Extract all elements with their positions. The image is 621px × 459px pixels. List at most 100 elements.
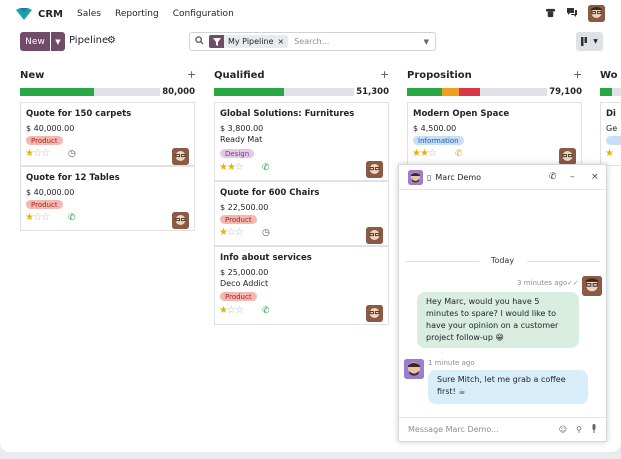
progress-bar-new[interactable] (20, 88, 160, 96)
kanban-card[interactable]: Quote for 600 Chairs $ 22,500.00 Product… (214, 181, 389, 246)
star-icon[interactable]: ★ (219, 227, 228, 238)
close-icon[interactable]: × (591, 172, 599, 182)
card-company: Deco Addict (220, 279, 269, 288)
tag-product: Product (26, 136, 63, 145)
star-icon[interactable]: ★ (219, 162, 228, 173)
message-input[interactable]: Message Marc Demo... (408, 425, 559, 434)
facet-remove-icon[interactable]: × (278, 37, 285, 46)
salesperson-avatar[interactable] (366, 161, 383, 178)
column-total-new: 80,000 (162, 87, 195, 97)
menu-configuration[interactable]: Configuration (173, 9, 234, 19)
star-icon[interactable]: ☆ (41, 212, 50, 223)
search-input[interactable]: Search... (294, 37, 417, 46)
user-avatar[interactable] (588, 5, 605, 22)
column-title-proposition[interactable]: Proposition (407, 70, 472, 81)
column-title-won[interactable]: Wo (600, 70, 618, 81)
new-dropdown-button[interactable]: ▼ (51, 32, 65, 51)
progress-segment[interactable] (20, 88, 95, 96)
salesperson-avatar[interactable] (366, 227, 383, 244)
clock-icon[interactable]: ◷ (262, 228, 270, 238)
star-icon[interactable]: ★ (219, 305, 228, 316)
menu-sales[interactable]: Sales (77, 9, 101, 19)
chat-contact-name: Marc Demo (435, 172, 482, 182)
chat-composer[interactable]: Message Marc Demo... ☺ ⚲ (399, 417, 606, 441)
tag-product: Product (220, 292, 257, 301)
column-title-qualified[interactable]: Qualified (214, 70, 265, 81)
salesperson-avatar[interactable] (172, 148, 189, 165)
phone-icon[interactable]: ✆ (68, 213, 76, 223)
chat-icon[interactable] (566, 7, 578, 21)
crm-logo-icon[interactable] (16, 8, 32, 20)
star-icon[interactable]: ☆ (235, 162, 244, 173)
phone-icon[interactable]: ✆ (262, 306, 270, 316)
star-icon[interactable]: ☆ (33, 212, 42, 223)
star-icon[interactable]: ★ (420, 148, 429, 159)
priority-stars[interactable]: ★★☆ (412, 148, 437, 159)
kanban-card[interactable]: Di Ge ★ (600, 102, 621, 166)
star-icon[interactable]: ☆ (41, 148, 50, 159)
phone-icon[interactable] (545, 7, 556, 21)
add-to-new-plus-icon[interactable]: + (187, 68, 196, 81)
divider (527, 261, 600, 262)
app-name[interactable]: CRM (38, 9, 63, 20)
search-options-caret-icon[interactable]: ▼ (418, 38, 435, 46)
star-icon[interactable]: ★ (25, 212, 34, 223)
star-icon[interactable]: ☆ (235, 227, 244, 238)
priority-stars[interactable]: ★★☆ (219, 162, 244, 173)
minimize-icon[interactable]: – (570, 172, 575, 182)
menu-reporting[interactable]: Reporting (115, 9, 159, 19)
clock-icon[interactable]: ◷ (68, 149, 76, 159)
kanban-card[interactable]: Global Solutions: Furnitures $ 3,800.00 … (214, 102, 389, 181)
attachment-icon[interactable]: ⚲ (576, 425, 582, 434)
kanban-card[interactable]: Quote for 150 carpets $ 40,000.00 Produc… (20, 102, 195, 166)
priority-stars[interactable]: ★☆☆ (219, 227, 244, 238)
salesperson-avatar[interactable] (559, 148, 576, 165)
star-icon[interactable]: ☆ (227, 305, 236, 316)
star-icon[interactable]: ☆ (33, 148, 42, 159)
star-icon[interactable]: ★ (227, 162, 236, 173)
search-bar[interactable]: My Pipeline × Search... ▼ (189, 32, 436, 51)
gear-icon[interactable]: ⚙ (107, 35, 116, 46)
star-icon[interactable]: ☆ (227, 227, 236, 238)
priority-stars[interactable]: ★ (605, 148, 614, 159)
column-title-new[interactable]: New (20, 70, 44, 81)
card-amount: $ 4,500.00 (413, 124, 457, 133)
progress-segment[interactable] (214, 88, 284, 96)
search-icon[interactable] (195, 35, 204, 48)
seen-check-icon: ✓✓ (567, 279, 579, 287)
microphone-icon[interactable] (591, 424, 597, 435)
progress-bar-won[interactable] (600, 88, 621, 96)
salesperson-avatar[interactable] (172, 212, 189, 229)
star-icon[interactable]: ★ (412, 148, 421, 159)
progress-segment[interactable] (458, 88, 480, 96)
call-icon[interactable]: ✆ (549, 172, 557, 182)
add-to-proposition-plus-icon[interactable]: + (573, 68, 582, 81)
salesperson-avatar[interactable] (366, 305, 383, 322)
progress-segment[interactable] (442, 88, 459, 96)
caret-down-icon: ▼ (55, 37, 61, 46)
star-icon[interactable]: ☆ (428, 148, 437, 159)
star-icon[interactable]: ☆ (235, 305, 244, 316)
phone-icon[interactable]: ✆ (262, 163, 270, 173)
progress-segment[interactable] (407, 88, 442, 96)
priority-stars[interactable]: ★☆☆ (25, 148, 50, 159)
add-to-qualified-plus-icon[interactable]: + (380, 68, 389, 81)
phone-icon[interactable]: ✆ (455, 149, 463, 159)
priority-stars[interactable]: ★☆☆ (25, 212, 50, 223)
priority-stars[interactable]: ★☆☆ (219, 305, 244, 316)
kanban-card[interactable]: Modern Open Space $ 4,500.00 Information… (407, 102, 582, 166)
progress-bar-proposition[interactable] (407, 88, 547, 96)
contact-avatar[interactable] (408, 169, 423, 185)
kanban-view-switcher[interactable]: ▼ (576, 32, 603, 51)
message-timestamp: 1 minute ago (428, 359, 475, 367)
new-button[interactable]: New (20, 32, 50, 51)
sender-avatar[interactable] (582, 276, 602, 296)
contact-avatar[interactable] (404, 359, 424, 379)
kanban-card[interactable]: Quote for 12 Tables $ 40,000.00 Product … (20, 166, 195, 231)
chat-window[interactable]: ▯ Marc Demo ✆ – × Today 3 minutes ago ✓✓… (398, 164, 607, 442)
chat-header[interactable]: ▯ Marc Demo ✆ – × (399, 165, 606, 190)
progress-bar-qualified[interactable] (214, 88, 354, 96)
emoji-icon[interactable]: ☺ (559, 425, 567, 434)
kanban-card[interactable]: Info about services $ 25,000.00 Deco Add… (214, 246, 389, 325)
star-icon[interactable]: ★ (25, 148, 34, 159)
